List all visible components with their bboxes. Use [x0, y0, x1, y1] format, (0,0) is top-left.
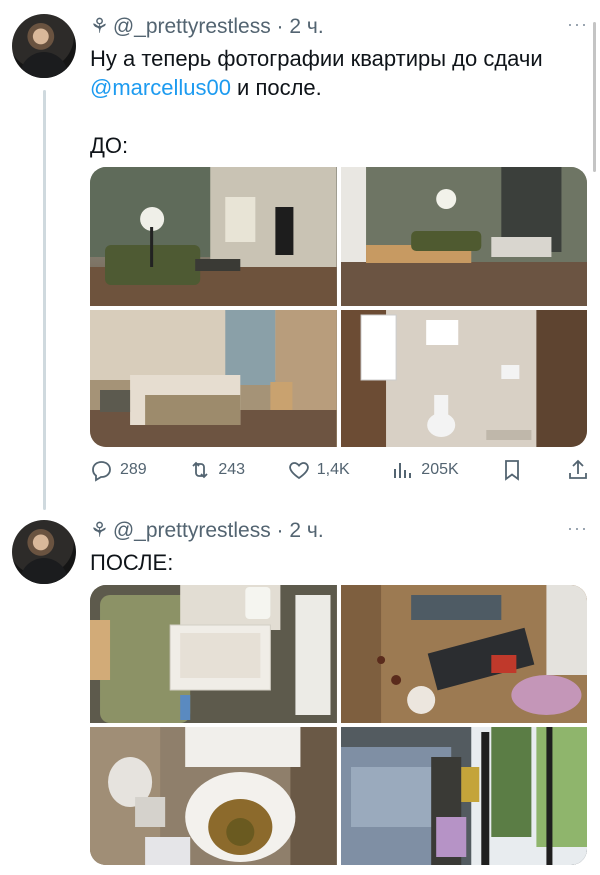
views-button[interactable]: 205K [391, 458, 459, 482]
bathroom-photo[interactable] [340, 310, 587, 447]
tweet-actions: 289 243 1,4K 205K [90, 458, 590, 482]
dirty-toilet-photo[interactable] [90, 727, 337, 865]
tweet-text: ПОСЛЕ: [90, 550, 174, 575]
like-button[interactable]: 1,4K [287, 458, 350, 482]
more-options-icon[interactable]: ··· [567, 518, 588, 539]
repost-count: 243 [218, 461, 246, 478]
repost-button[interactable]: 243 [188, 458, 245, 482]
reply-icon [92, 461, 111, 482]
reply-button[interactable]: 289 [90, 458, 147, 482]
messy-bed-photo[interactable] [340, 727, 587, 865]
avatar[interactable] [12, 14, 76, 78]
photo-grid [90, 167, 587, 447]
heart-icon [288, 462, 309, 480]
like-count: 1,4K [316, 461, 350, 478]
bookmark-button[interactable] [500, 458, 524, 482]
tweet-text: Ну а теперь фотографии квартиры до сдачи… [90, 44, 585, 160]
avatar[interactable] [12, 520, 76, 584]
thread-line [43, 90, 46, 510]
messy-drawer-photo[interactable] [90, 585, 337, 723]
timestamp[interactable]: · 2 ч. [277, 519, 324, 542]
sigil-icon: ⚘ [90, 15, 109, 38]
user-handle[interactable]: @_prettyrestless [113, 519, 271, 542]
tweet-text-part: Ну а теперь фотографии квартиры до сдачи [90, 46, 543, 71]
timestamp[interactable]: · 2 ч. [277, 15, 324, 38]
tweet-header: ⚘ @_prettyrestless · 2 ч. [90, 14, 324, 39]
repost-icon [192, 461, 208, 479]
bedroom-photo[interactable] [90, 310, 337, 447]
bookmark-icon [505, 460, 520, 481]
views-icon [394, 463, 412, 478]
sigil-icon: ⚘ [90, 519, 109, 542]
tweet-header: ⚘ @_prettyrestless · 2 ч. [90, 518, 324, 543]
scrollbar[interactable] [593, 22, 596, 172]
living-room-photo[interactable] [90, 167, 337, 306]
views-count: 205K [421, 461, 459, 478]
messy-floor-photo[interactable] [340, 585, 587, 723]
share-icon [569, 459, 587, 479]
reply-count: 289 [120, 461, 147, 478]
more-options-icon[interactable]: ··· [567, 14, 588, 35]
share-button[interactable] [566, 458, 590, 482]
user-handle[interactable]: @_prettyrestless [113, 15, 271, 38]
photo-grid [90, 585, 587, 865]
mention-link[interactable]: @marcellus00 [90, 75, 231, 100]
dining-area-photo[interactable] [340, 167, 587, 306]
